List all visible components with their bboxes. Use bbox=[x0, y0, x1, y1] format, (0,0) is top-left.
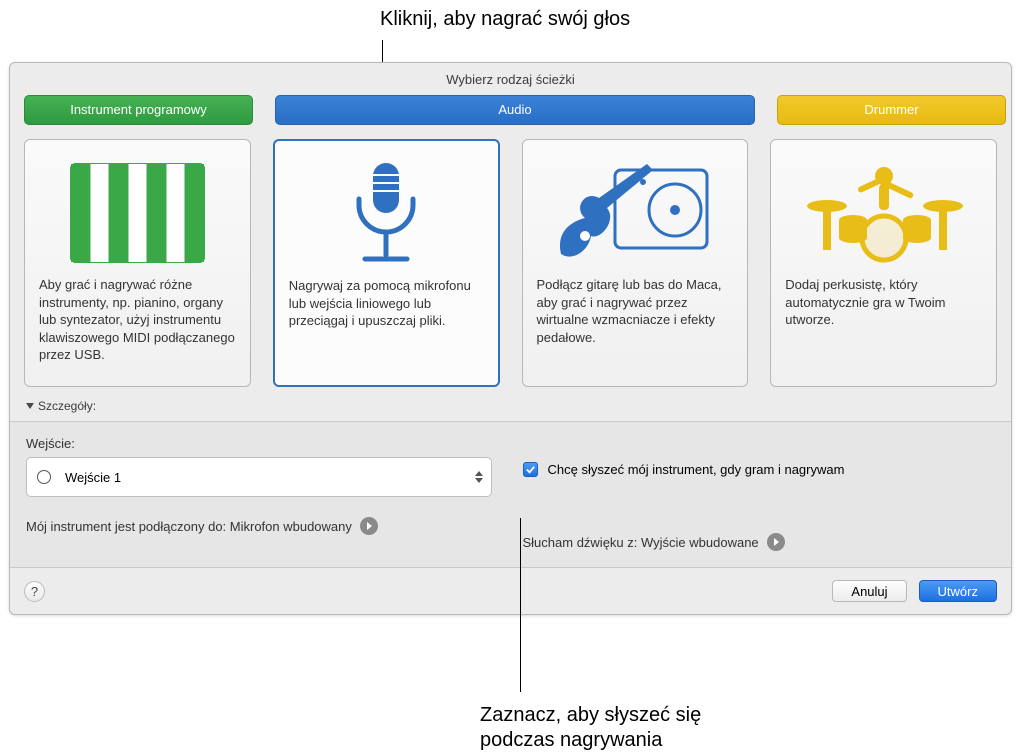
card-audio-guitar[interactable]: Podłącz gitarę lub bas do Maca, aby grać… bbox=[522, 139, 749, 387]
help-button[interactable]: ? bbox=[24, 581, 45, 602]
microphone-icon bbox=[289, 151, 484, 277]
card-audio-mic[interactable]: Nagrywaj za pomocą mikrofonu lub wejścia… bbox=[273, 139, 500, 387]
instrument-connection-status: Mój instrument jest podłączony do: Mikro… bbox=[26, 519, 352, 534]
card-drummer-desc: Dodaj perkusistę, który automatycznie gr… bbox=[785, 276, 982, 329]
card-drummer[interactable]: Dodaj perkusistę, który automatycznie gr… bbox=[770, 139, 997, 387]
callout-line-bottom bbox=[520, 518, 521, 692]
input-column: Wejście: Wejście 1 Mój instrument jest p… bbox=[26, 436, 499, 551]
track-type-segmented: Instrument programowy Audio Drummer bbox=[10, 95, 1011, 125]
details-disclosure[interactable]: Szczegóły: bbox=[10, 395, 1011, 421]
monitor-column: Chcę słyszeć mój instrument, gdy gram i … bbox=[523, 436, 996, 551]
card-software-instrument-desc: Aby grać i nagrywać różne instrumenty, n… bbox=[39, 276, 236, 364]
connection-more-button[interactable] bbox=[360, 517, 378, 535]
output-more-button[interactable] bbox=[767, 533, 785, 551]
monitor-checkbox-label: Chcę słyszeć mój instrument, gdy gram i … bbox=[548, 462, 845, 477]
track-option-cards: Aby grać i nagrywać różne instrumenty, n… bbox=[10, 125, 1011, 395]
dialog-footer: ? Anuluj Utwórz bbox=[10, 568, 1011, 614]
segment-audio[interactable]: Audio bbox=[275, 95, 755, 125]
chevron-down-icon bbox=[26, 403, 34, 409]
segment-drummer[interactable]: Drummer bbox=[777, 95, 1006, 125]
input-select[interactable]: Wejście 1 bbox=[26, 457, 492, 497]
details-label: Szczegóły: bbox=[38, 399, 96, 413]
input-value: Wejście 1 bbox=[65, 470, 121, 485]
callout-record-voice: Kliknij, aby nagrać swój głos bbox=[380, 8, 630, 31]
segment-instrument[interactable]: Instrument programowy bbox=[24, 95, 253, 125]
card-audio-guitar-desc: Podłącz gitarę lub bas do Maca, aby grać… bbox=[537, 276, 734, 346]
drummer-icon bbox=[785, 150, 982, 276]
callout-monitor-checkbox: Zaznacz, aby słyszeć się podczas nagrywa… bbox=[480, 703, 701, 753]
input-mono-icon bbox=[37, 470, 51, 484]
cancel-button[interactable]: Anuluj bbox=[832, 580, 906, 602]
guitar-amp-icon bbox=[537, 150, 734, 276]
stepper-icon bbox=[475, 471, 483, 483]
output-status: Słucham dźwięku z: Wyjście wbudowane bbox=[523, 535, 759, 550]
monitor-checkbox[interactable] bbox=[523, 462, 538, 477]
create-button[interactable]: Utwórz bbox=[919, 580, 997, 602]
keyboard-icon bbox=[39, 150, 236, 276]
card-software-instrument[interactable]: Aby grać i nagrywać różne instrumenty, n… bbox=[24, 139, 251, 387]
details-panel: Wejście: Wejście 1 Mój instrument jest p… bbox=[10, 421, 1011, 568]
dialog-title: Wybierz rodzaj ścieżki bbox=[10, 63, 1011, 95]
card-audio-mic-desc: Nagrywaj za pomocą mikrofonu lub wejścia… bbox=[289, 277, 484, 330]
input-label: Wejście: bbox=[26, 436, 499, 451]
new-track-dialog: Wybierz rodzaj ścieżki Instrument progra… bbox=[9, 62, 1012, 615]
